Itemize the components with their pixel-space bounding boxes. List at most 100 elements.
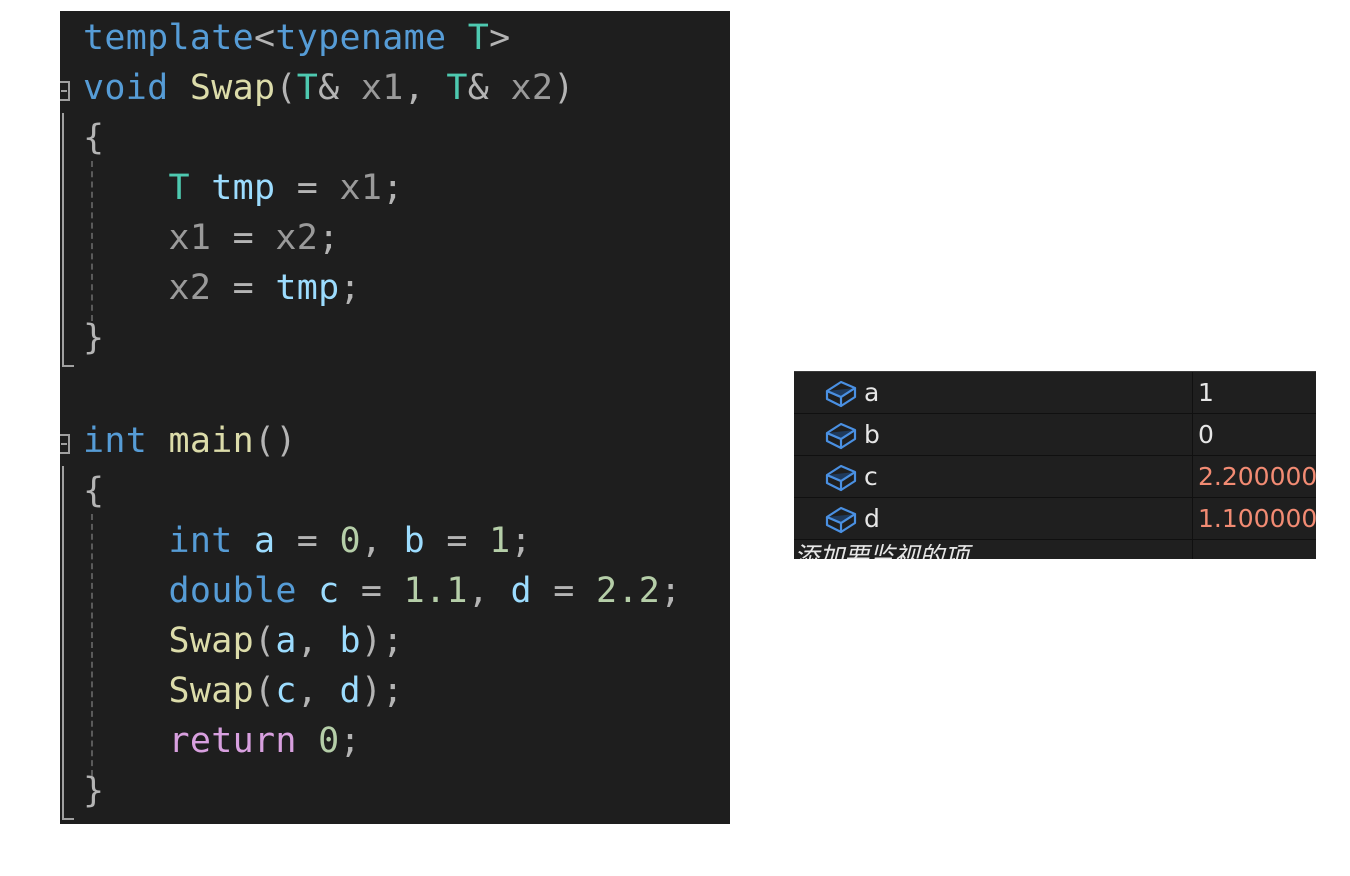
- op-assign: =: [211, 268, 276, 308]
- punct-semi: ;: [382, 168, 404, 208]
- param-x1: x1: [339, 168, 383, 208]
- function-main: main: [168, 421, 254, 461]
- var-tmp: tmp: [211, 168, 276, 208]
- punct-close-paren: ): [360, 671, 383, 711]
- code-line-16[interactable]: }: [83, 766, 104, 816]
- code-line-7[interactable]: }: [83, 313, 104, 363]
- function-swap: Swap: [189, 68, 276, 108]
- watch-value[interactable]: 2.200000: [1198, 456, 1316, 498]
- punct-gt: >: [489, 18, 511, 58]
- watch-name: c: [864, 462, 878, 491]
- op-assign: =: [339, 571, 404, 611]
- punct-lt: <: [253, 18, 276, 58]
- keyword-return: return: [168, 721, 297, 761]
- code-line-11[interactable]: int a = 0, b = 1;: [83, 516, 532, 566]
- keyword-double: double: [168, 571, 297, 611]
- watch-row[interactable]: b 0: [794, 414, 1316, 456]
- scope-end-swap: [62, 365, 74, 367]
- var-d: d: [510, 571, 532, 611]
- code-line-4[interactable]: T tmp = x1;: [83, 163, 404, 213]
- watch-value[interactable]: 0: [1198, 414, 1214, 456]
- punct-semi: ;: [660, 571, 682, 611]
- scope-line-main: [62, 466, 64, 820]
- keyword-void: void: [83, 68, 169, 108]
- scope-line-swap: [62, 113, 64, 367]
- punct-semi: ;: [382, 671, 404, 711]
- punct-semi: ;: [510, 521, 532, 561]
- code-line-1[interactable]: template<typename T>: [83, 13, 510, 63]
- number-1-1: 1.1: [403, 571, 468, 611]
- code-line-9[interactable]: int main(): [83, 416, 297, 466]
- punct-open-paren: (: [275, 68, 297, 108]
- watch-name: a: [864, 378, 880, 407]
- punct-open-paren: (: [254, 621, 276, 661]
- param-x2: x2: [168, 268, 212, 308]
- code-line-13[interactable]: Swap(a, b);: [83, 616, 404, 666]
- op-assign: =: [425, 521, 490, 561]
- variable-cube-icon: [825, 422, 857, 450]
- punct-open-paren: (: [254, 671, 276, 711]
- param-x1: x1: [168, 218, 212, 258]
- punct-comma: ,: [296, 671, 340, 711]
- var-d: d: [339, 671, 361, 711]
- watch-row[interactable]: c 2.200000: [794, 456, 1316, 498]
- code-line-10[interactable]: {: [83, 466, 104, 516]
- watch-row[interactable]: d 1.100000: [794, 498, 1316, 540]
- punct-amp: &: [467, 68, 511, 108]
- var-c: c: [275, 671, 297, 711]
- keyword-int: int: [168, 521, 233, 561]
- punct-close-paren: ): [553, 68, 575, 108]
- variable-cube-icon: [825, 464, 857, 492]
- fold-toggle-swap[interactable]: [60, 81, 70, 101]
- add-watch-item[interactable]: 添加要监视的项: [794, 542, 969, 559]
- op-assign: =: [275, 521, 340, 561]
- param-x2: x2: [275, 218, 319, 258]
- function-swap-call: Swap: [168, 671, 254, 711]
- var-a: a: [275, 621, 297, 661]
- var-tmp: tmp: [275, 268, 340, 308]
- number-0: 0: [318, 721, 340, 761]
- watch-name: b: [864, 420, 880, 449]
- code-editor[interactable]: template<typename T> void Swap(T& x1, T&…: [60, 11, 730, 824]
- op-assign: =: [275, 168, 340, 208]
- keyword-int: int: [83, 421, 148, 461]
- param-x1: x1: [360, 68, 404, 108]
- code-line-15[interactable]: return 0;: [83, 716, 361, 766]
- punct-comma: ,: [467, 571, 511, 611]
- code-line-2[interactable]: void Swap(T& x1, T& x2): [83, 63, 575, 113]
- var-b: b: [403, 521, 425, 561]
- punct-semi: ;: [339, 721, 361, 761]
- fold-toggle-main[interactable]: [60, 434, 70, 454]
- punct-semi: ;: [318, 218, 340, 258]
- code-line-3[interactable]: {: [83, 113, 104, 163]
- number-0: 0: [339, 521, 361, 561]
- watch-row[interactable]: a 1: [794, 372, 1316, 414]
- watch-name: d: [864, 504, 880, 533]
- watch-value[interactable]: 1.100000: [1198, 498, 1316, 540]
- var-c: c: [318, 571, 340, 611]
- code-line-5[interactable]: x1 = x2;: [83, 213, 340, 263]
- punct-lbrace: {: [83, 471, 105, 511]
- punct-semi: ;: [339, 268, 361, 308]
- var-a: a: [254, 521, 276, 561]
- punct-rbrace: }: [83, 771, 105, 811]
- type-param-T: T: [467, 18, 490, 58]
- code-line-12[interactable]: double c = 1.1, d = 2.2;: [83, 566, 682, 616]
- code-line-14[interactable]: Swap(c, d);: [83, 666, 404, 716]
- number-2-2: 2.2: [595, 571, 661, 611]
- variable-cube-icon: [825, 506, 857, 534]
- var-b: b: [339, 621, 361, 661]
- watch-value[interactable]: 1: [1198, 372, 1214, 414]
- punct-amp: &: [318, 68, 361, 108]
- type-T: T: [168, 168, 190, 208]
- number-1: 1: [489, 521, 511, 561]
- punct-parens: (): [254, 421, 297, 461]
- punct-comma: ,: [296, 621, 340, 661]
- type-T: T: [296, 68, 319, 108]
- code-line-6[interactable]: x2 = tmp;: [83, 263, 361, 313]
- op-assign: =: [211, 218, 276, 258]
- watch-window[interactable]: a 1 b 0 c 2.200000 d 1.100000 添加要监视的项: [794, 371, 1316, 559]
- type-T: T: [446, 68, 468, 108]
- function-swap-call: Swap: [168, 621, 254, 661]
- op-assign: =: [531, 571, 596, 611]
